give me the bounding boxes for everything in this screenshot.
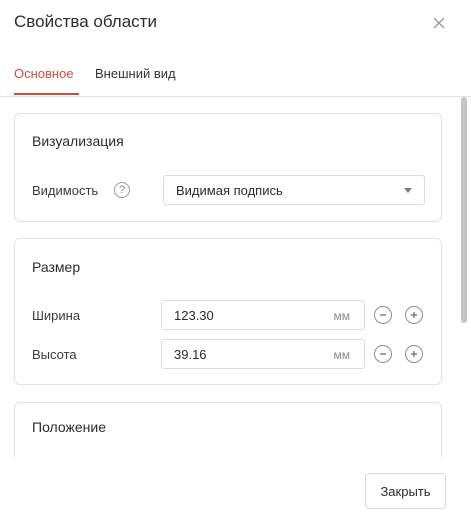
visibility-label: Видимость <box>32 183 99 198</box>
visualization-title: Визуализация <box>32 133 124 149</box>
height-value: 39.16 <box>174 347 207 362</box>
minus-icon <box>380 353 386 355</box>
width-label: Ширина <box>32 308 81 323</box>
caret-down-icon <box>404 188 412 193</box>
scrollbar-thumb[interactable] <box>461 97 467 323</box>
visibility-select[interactable]: Видимая подпись <box>163 175 425 205</box>
plus-icon <box>411 312 417 318</box>
plus-icon <box>411 351 417 357</box>
height-label: Высота <box>32 347 77 362</box>
width-value: 123.30 <box>174 308 214 323</box>
close-button[interactable]: Закрыть <box>365 473 446 509</box>
visibility-select-value: Видимая подпись <box>176 183 283 198</box>
minus-icon <box>380 314 386 316</box>
dialog-footer: Закрыть <box>0 458 471 519</box>
height-decrement-button[interactable] <box>374 345 392 363</box>
tab-bar: Основное Внешний вид <box>0 56 471 97</box>
dialog-title: Свойства области <box>14 12 157 31</box>
size-title: Размер <box>32 259 81 275</box>
size-section: Размер Ширина 123.30 мм Высота 39.16 мм <box>14 238 442 385</box>
height-input[interactable]: 39.16 мм <box>161 339 365 369</box>
tab-appearance[interactable]: Внешний вид <box>95 66 176 81</box>
tab-general[interactable]: Основное <box>14 66 74 81</box>
height-unit: мм <box>333 348 351 362</box>
width-increment-button[interactable] <box>405 306 423 324</box>
visualization-section: Визуализация Видимость ? Видимая подпись <box>14 113 442 222</box>
area-properties-dialog: Свойства области Основное Внешний вид Ви… <box>0 0 471 519</box>
width-unit: мм <box>333 309 351 323</box>
question-icon[interactable]: ? <box>114 182 130 198</box>
position-title: Положение <box>32 419 106 435</box>
close-icon[interactable] <box>428 12 450 34</box>
position-section: Положение <box>14 402 442 457</box>
dialog-header: Свойства области <box>0 0 471 48</box>
active-tab-indicator <box>14 93 79 95</box>
height-increment-button[interactable] <box>405 345 423 363</box>
dialog-content[interactable]: Визуализация Видимость ? Видимая подпись… <box>0 97 471 457</box>
width-input[interactable]: 123.30 мм <box>161 300 365 330</box>
width-decrement-button[interactable] <box>374 306 392 324</box>
